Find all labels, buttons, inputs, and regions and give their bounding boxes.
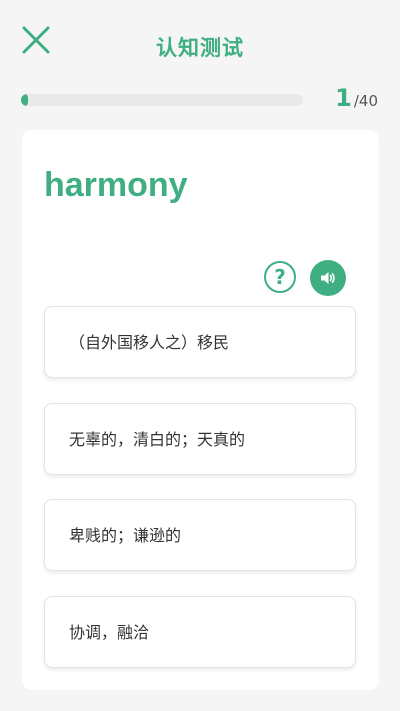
question-card: harmony ? （自外国移人之）移民 无辜的，清白的；天真的 卑贱的；谦逊的…	[22, 130, 379, 690]
speaker-icon	[321, 272, 335, 284]
answer-option-3[interactable]: 卑贱的；谦逊的	[44, 499, 356, 571]
answer-option-4[interactable]: 协调，融洽	[44, 596, 356, 668]
counter-total: 40	[358, 92, 378, 110]
progress-counter: 1/40	[335, 84, 378, 112]
progress-fill	[21, 94, 29, 106]
help-icon: ?	[274, 265, 286, 289]
counter-current: 1	[335, 84, 352, 112]
header: 认知测试	[0, 0, 400, 90]
help-button[interactable]: ?	[264, 261, 296, 293]
answer-option-label: 无辜的，清白的；天真的	[69, 430, 246, 449]
answer-option-label: 协调，融洽	[69, 623, 150, 642]
audio-button[interactable]	[310, 260, 346, 296]
answer-option-label: 卑贱的；谦逊的	[69, 526, 182, 545]
answer-option-label: （自外国移人之）移民	[69, 333, 230, 352]
page-title: 认知测试	[156, 36, 244, 60]
answer-option-2[interactable]: 无辜的，清白的；天真的	[44, 403, 356, 475]
progress-bar	[21, 94, 303, 106]
question-word: harmony	[44, 166, 188, 204]
answer-option-1[interactable]: （自外国移人之）移民	[44, 306, 356, 378]
